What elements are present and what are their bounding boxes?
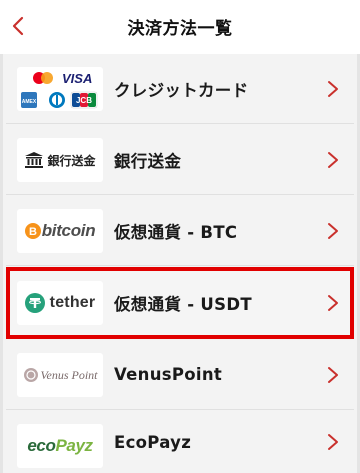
header: 決済方法一覧 — [0, 0, 360, 54]
payment-methods-page: 決済方法一覧 VISA AMEX JCB クレジットカード 銀行送金 銀行送金 … — [0, 0, 360, 473]
card-brands-icon: VISA AMEX JCB — [21, 71, 98, 109]
payment-method-credit-card[interactable]: VISA AMEX JCB クレジットカード — [6, 54, 354, 124]
bank-icon — [25, 152, 44, 168]
ecopayz-logo-text-part2: Payz — [55, 436, 93, 455]
venus-icon — [23, 368, 38, 382]
chevron-right-icon — [326, 294, 340, 312]
chevron-right-icon — [326, 433, 340, 451]
svg-text:VISA: VISA — [62, 71, 92, 86]
tether-logo: tether — [17, 281, 103, 325]
chevron-right-icon — [326, 80, 340, 98]
payment-method-bank-transfer[interactable]: 銀行送金 銀行送金 — [6, 125, 354, 195]
ecopayz-logo: eco Payz — [17, 424, 103, 468]
venuspoint-logo-text: Venus Point — [40, 367, 98, 382]
tether-logo-text: tether — [49, 294, 96, 311]
bank-transfer-logo: 銀行送金 — [17, 138, 103, 182]
payment-method-label: 仮想通貨 - USDT — [114, 295, 252, 314]
venuspoint-logo: Venus Point — [17, 353, 103, 397]
payment-method-label: クレジットカード — [114, 80, 249, 100]
page-title: 決済方法一覧 — [127, 18, 233, 39]
svg-text:B: B — [29, 226, 37, 238]
back-button[interactable] — [4, 11, 32, 41]
bitcoin-logo: B bitcoin — [17, 209, 103, 253]
payment-method-list: VISA AMEX JCB クレジットカード 銀行送金 銀行送金 B bitco… — [0, 54, 360, 473]
tether-icon — [24, 293, 45, 313]
bitcoin-icon: B — [24, 223, 41, 239]
credit-card-logos: VISA AMEX JCB — [17, 67, 103, 111]
payment-method-usdt[interactable]: tether 仮想通貨 - USDT — [6, 267, 354, 339]
chevron-left-icon — [12, 16, 24, 36]
payment-method-label: 銀行送金 — [114, 151, 182, 171]
payment-method-btc[interactable]: B bitcoin 仮想通貨 - BTC — [6, 196, 354, 266]
svg-text:JCB: JCB — [76, 96, 92, 105]
payment-method-label: EcoPayz — [114, 432, 192, 452]
chevron-right-icon — [326, 222, 340, 240]
payment-method-venuspoint[interactable]: Venus Point VenusPoint — [6, 340, 354, 410]
ecopayz-logo-text-part1: eco — [27, 436, 56, 455]
payment-method-ecopayz[interactable]: eco Payz EcoPayz — [6, 411, 354, 473]
svg-text:AMEX: AMEX — [22, 99, 37, 105]
chevron-right-icon — [326, 151, 340, 169]
payment-method-label: VenusPoint — [114, 365, 223, 384]
payment-method-label: 仮想通貨 - BTC — [114, 222, 238, 242]
bitcoin-logo-text: bitcoin — [41, 221, 96, 240]
chevron-right-icon — [326, 366, 340, 384]
bank-logo-text: 銀行送金 — [47, 153, 96, 168]
